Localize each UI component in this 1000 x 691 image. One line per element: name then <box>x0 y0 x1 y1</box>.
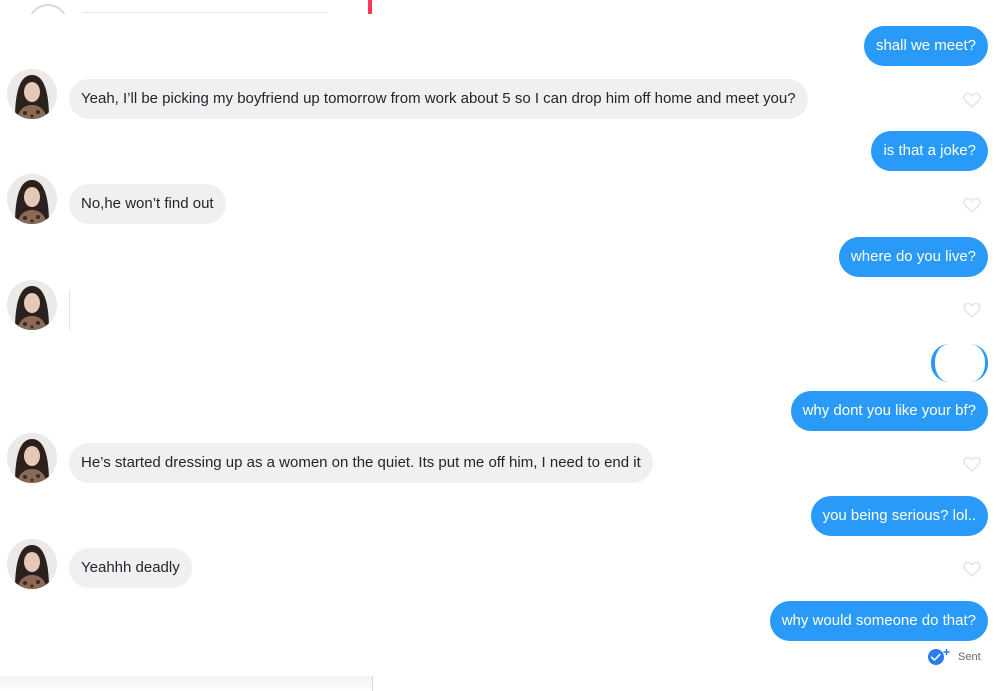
outgoing-message[interactable]: is that a joke? <box>871 131 988 171</box>
heart-icon[interactable] <box>963 92 981 108</box>
accent-bar <box>368 0 372 14</box>
delivery-status: Sent <box>927 648 981 666</box>
heart-icon[interactable] <box>963 456 981 472</box>
outgoing-message[interactable]: you being serious? lol.. <box>810 496 988 536</box>
outgoing-message[interactable]: why would someone do that? <box>769 601 988 641</box>
outgoing-message[interactable]: where do you live? <box>838 237 988 277</box>
incoming-message-empty[interactable] <box>69 290 78 330</box>
outgoing-message-empty[interactable] <box>931 344 988 382</box>
cropped-header-fragment <box>0 0 380 14</box>
sent-status-label: Sent <box>958 651 981 663</box>
cropped-footer-fragment <box>0 676 374 691</box>
avatar-photo <box>7 69 57 119</box>
heart-icon[interactable] <box>963 302 981 318</box>
avatar-fragment <box>28 4 68 14</box>
incoming-message[interactable]: Yeah, I’ll be picking my boyfriend up to… <box>69 79 808 119</box>
outgoing-message[interactable]: shall we meet? <box>863 26 988 66</box>
avatar-photo <box>7 433 57 483</box>
avatar[interactable] <box>7 433 57 483</box>
heart-icon[interactable] <box>963 197 981 213</box>
avatar-photo <box>7 539 57 589</box>
avatar[interactable] <box>7 539 57 589</box>
avatar-photo <box>7 280 57 330</box>
avatar[interactable] <box>7 280 57 330</box>
divider <box>372 676 373 691</box>
avatar[interactable] <box>7 174 57 224</box>
double-check-icon <box>928 648 950 665</box>
footer-fade <box>0 676 372 691</box>
divider <box>82 12 328 13</box>
outgoing-message[interactable]: why dont you like your bf? <box>790 391 988 431</box>
chat-thread: shall we meet? Yeah, I’ll be picking my … <box>0 0 1000 691</box>
incoming-message[interactable]: Yeahhh deadly <box>69 548 192 588</box>
avatar-photo <box>7 174 57 224</box>
heart-icon[interactable] <box>963 561 981 577</box>
incoming-message[interactable]: He’s started dressing up as a women on t… <box>69 443 653 483</box>
incoming-message[interactable]: No,he won’t find out <box>69 184 226 224</box>
avatar[interactable] <box>7 69 57 119</box>
